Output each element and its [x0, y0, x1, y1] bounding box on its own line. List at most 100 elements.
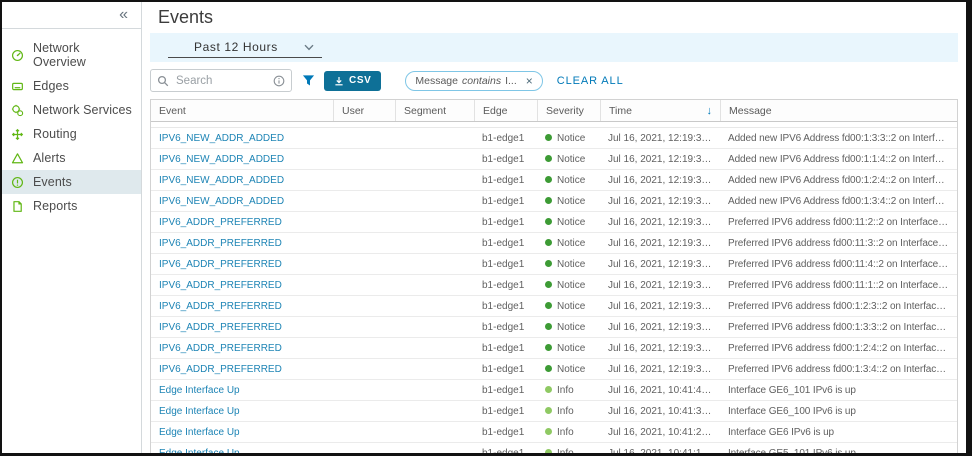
segment-cell: [395, 149, 474, 169]
table-header: Event User Segment Edge Severity Time ↓ …: [151, 100, 957, 122]
sidebar-item-label: Reports: [33, 199, 77, 213]
time-cell: Jul 16, 2021, 10:41:35 AM: [600, 401, 720, 421]
severity-cell: Notice: [537, 170, 600, 190]
segment-cell: [395, 191, 474, 211]
filter-chip-close-icon[interactable]: ×: [526, 75, 533, 87]
column-header-severity[interactable]: Severity: [537, 100, 600, 121]
sidebar-collapse-icon[interactable]: «: [119, 7, 128, 23]
event-link[interactable]: IPV6_NEW_ADDR_ADDED: [159, 154, 284, 165]
column-header-event[interactable]: Event: [151, 100, 333, 121]
segment-cell: [395, 233, 474, 253]
user-cell: [333, 422, 395, 442]
edge-cell: b1-edge1: [474, 317, 537, 337]
search-input[interactable]: [174, 74, 268, 88]
severity-cell: Notice: [537, 338, 600, 358]
table-row: IPV6_NEW_ADDR_ADDED b1-edge1 Notice Jul …: [151, 128, 957, 149]
event-link[interactable]: IPV6_ADDR_PREFERRED: [159, 217, 282, 228]
message-cell: Preferred IPV6 address fd00:1:3:3::2 on …: [720, 317, 957, 337]
event-link[interactable]: IPV6_NEW_ADDR_ADDED: [159, 133, 284, 144]
severity-cell: Notice: [537, 233, 600, 253]
column-header-edge[interactable]: Edge: [474, 100, 537, 121]
sidebar-item-network-services[interactable]: Network Services: [2, 98, 141, 122]
segment-cell: [395, 170, 474, 190]
severity-label: Notice: [557, 238, 585, 249]
sort-desc-icon[interactable]: ↓: [707, 105, 713, 117]
message-cell: Added new IPV6 Address fd00:1:3:4::2 on …: [720, 191, 957, 211]
message-cell: Preferred IPV6 address fd00:1:3:4::2 on …: [720, 359, 957, 379]
sidebar-item-network-overview[interactable]: Network Overview: [2, 36, 141, 74]
sidebar-item-routing[interactable]: Routing: [2, 122, 141, 146]
sidebar-item-alerts[interactable]: Alerts: [2, 146, 141, 170]
event-link[interactable]: Edge Interface Up: [159, 406, 240, 417]
sidebar-item-label: Network Overview: [33, 41, 135, 69]
severity-dot-icon: [545, 428, 552, 435]
severity-cell: Notice: [537, 317, 600, 337]
event-link[interactable]: Edge Interface Up: [159, 385, 240, 396]
segment-cell: [395, 128, 474, 148]
time-cell: Jul 16, 2021, 10:41:25 AM: [600, 422, 720, 442]
event-link[interactable]: IPV6_ADDR_PREFERRED: [159, 301, 282, 312]
sidebar-item-edges[interactable]: Edges: [2, 74, 141, 98]
table-row: IPV6_NEW_ADDR_ADDED b1-edge1 Notice Jul …: [151, 149, 957, 170]
chevron-down-icon: [304, 44, 314, 51]
event-link[interactable]: IPV6_ADDR_PREFERRED: [159, 280, 282, 291]
segment-cell: [395, 275, 474, 295]
csv-export-button[interactable]: CSV: [324, 71, 381, 91]
column-header-time-label: Time: [609, 105, 632, 117]
event-link[interactable]: IPV6_ADDR_PREFERRED: [159, 259, 282, 270]
severity-dot-icon: [545, 344, 552, 351]
event-link[interactable]: IPV6_ADDR_PREFERRED: [159, 343, 282, 354]
events-table: Event User Segment Edge Severity Time ↓ …: [150, 99, 958, 453]
filter-funnel-icon[interactable]: [302, 74, 315, 87]
table-row: IPV6_ADDR_PREFERRED b1-edge1 Notice Jul …: [151, 233, 957, 254]
time-range-select[interactable]: Past 12 Hours: [168, 37, 322, 58]
severity-label: Notice: [557, 364, 585, 375]
column-header-user[interactable]: User: [333, 100, 395, 121]
filter-chip[interactable]: Message contains I... ×: [405, 71, 542, 91]
user-cell: [333, 275, 395, 295]
sidebar-header: «: [2, 2, 141, 29]
table-row: IPV6_ADDR_PREFERRED b1-edge1 Notice Jul …: [151, 359, 957, 380]
segment-cell: [395, 212, 474, 232]
column-header-segment[interactable]: Segment: [395, 100, 474, 121]
message-cell: Preferred IPV6 address fd00:1:2:3::2 on …: [720, 296, 957, 316]
severity-dot-icon: [545, 323, 552, 330]
table-row: IPV6_ADDR_PREFERRED b1-edge1 Notice Jul …: [151, 317, 957, 338]
event-link[interactable]: IPV6_ADDR_PREFERRED: [159, 322, 282, 333]
time-range-bar: Past 12 Hours: [150, 33, 958, 62]
event-link[interactable]: IPV6_ADDR_PREFERRED: [159, 238, 282, 249]
segment-cell: [395, 422, 474, 442]
user-cell: [333, 338, 395, 358]
severity-cell: Notice: [537, 128, 600, 148]
severity-dot-icon: [545, 155, 552, 162]
message-cell: Interface GE6_100 IPv6 is up: [720, 401, 957, 421]
event-link[interactable]: Edge Interface Up: [159, 448, 240, 453]
severity-dot-icon: [545, 218, 552, 225]
severity-label: Info: [557, 385, 574, 396]
message-cell: Added new IPV6 Address fd00:1:2:4::2 on …: [720, 170, 957, 190]
severity-dot-icon: [545, 407, 552, 414]
severity-cell: Notice: [537, 212, 600, 232]
column-header-time[interactable]: Time ↓: [600, 100, 720, 121]
event-link[interactable]: IPV6_NEW_ADDR_ADDED: [159, 175, 284, 186]
edge-cell: b1-edge1: [474, 191, 537, 211]
user-cell: [333, 380, 395, 400]
time-cell: Jul 16, 2021, 12:19:34 PM: [600, 128, 720, 148]
info-icon[interactable]: [273, 75, 285, 87]
event-link[interactable]: IPV6_ADDR_PREFERRED: [159, 364, 282, 375]
clear-all-link[interactable]: CLEAR ALL: [557, 75, 624, 87]
time-cell: Jul 16, 2021, 12:19:34 PM: [600, 338, 720, 358]
column-header-message[interactable]: Message: [720, 100, 957, 121]
table-row: Edge Interface Up b1-edge1 Info Jul 16, …: [151, 443, 957, 453]
severity-label: Info: [557, 427, 574, 438]
app-window: « Network Overview Edges Network Service…: [0, 0, 972, 456]
edge-cell: b1-edge1: [474, 422, 537, 442]
sidebar-item-events[interactable]: Events: [2, 170, 141, 194]
event-link[interactable]: Edge Interface Up: [159, 427, 240, 438]
table-row: IPV6_ADDR_PREFERRED b1-edge1 Notice Jul …: [151, 338, 957, 359]
sidebar-item-reports[interactable]: Reports: [2, 194, 141, 218]
severity-label: Notice: [557, 301, 585, 312]
user-cell: [333, 149, 395, 169]
message-cell: Preferred IPV6 address fd00:11:4::2 on I…: [720, 254, 957, 274]
event-link[interactable]: IPV6_NEW_ADDR_ADDED: [159, 196, 284, 207]
